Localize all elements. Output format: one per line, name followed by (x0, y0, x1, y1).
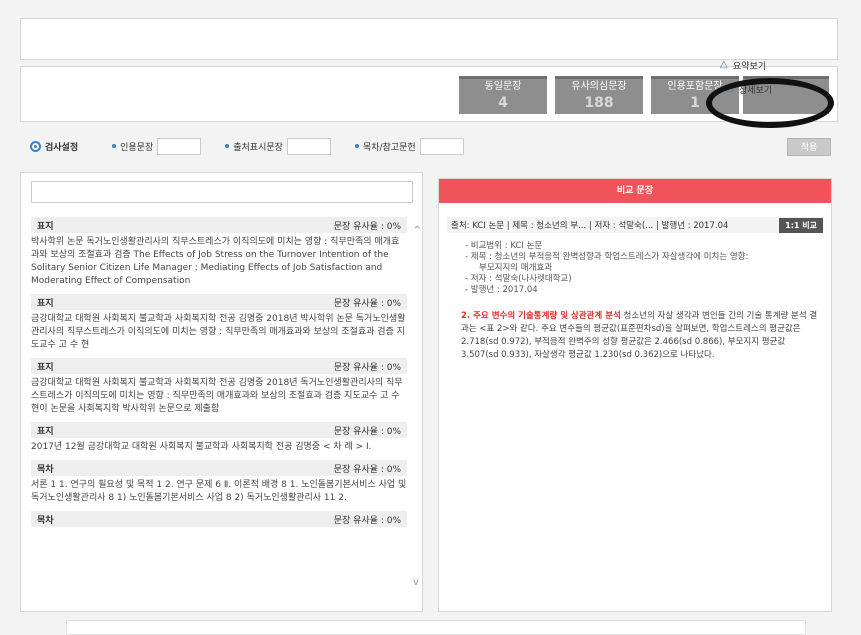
list-item-header[interactable]: 목차 문장 유사율 : 0% (31, 460, 407, 476)
option-toc: 목차/참고문헌 (354, 137, 464, 155)
apply-button[interactable]: 적용 (787, 138, 831, 156)
annotation-circle (706, 78, 834, 128)
item-type: 표지 (37, 362, 54, 373)
summary-view-label: 요약보기 (733, 61, 767, 72)
stat-label: 유사의심문장 (571, 81, 627, 92)
stat-suspected[interactable]: 유사의심문장 188 (555, 76, 643, 114)
list-item-header[interactable]: 표지 문장 유사율 : 0% (31, 217, 407, 233)
stat-identical[interactable]: 동일문장 4 (459, 76, 547, 114)
scroll-down-icon[interactable]: v (413, 577, 419, 588)
item-type: 표지 (37, 221, 54, 232)
triangle-icon: △ (720, 59, 728, 70)
item-similarity: 문장 유사율 : 0% (333, 515, 401, 526)
list-item-header[interactable]: 표지 문장 유사율 : 0% (31, 422, 407, 438)
option-source: 출처표시문장 (225, 137, 331, 155)
source-text: 출처: KCI 논문 | 제목 : 청소년의 부... | 저자 : 석말숙(.… (451, 221, 729, 231)
meta-title-cont: 부모지지의 매개효과 (479, 263, 553, 273)
settings-radio[interactable] (30, 140, 41, 152)
item-type: 목차 (37, 515, 54, 526)
option-label: 인용문장 (120, 142, 154, 153)
item-similarity: 문장 유사율 : 0% (333, 464, 401, 475)
list-item-header[interactable]: 목차 문장 유사율 : 0% (31, 511, 407, 527)
settings-bar: 검사설정 인용문장 출처표시문장 목차/참고문헌 (20, 132, 838, 160)
settings-title: 검사설정 (45, 142, 79, 153)
meta-year: - 발행년 : 2017.04 (465, 285, 538, 295)
item-similarity: 문장 유사율 : 0% (333, 426, 401, 437)
meta-author: - 저자 : 석말숙(나사렛대학교) (465, 274, 572, 284)
toc-input[interactable] (419, 137, 464, 155)
bottom-bar (66, 620, 806, 635)
list-item-header[interactable]: 표지 문장 유사율 : 0% (31, 358, 407, 374)
list-item-text: 금강대학교 대학원 사회복지 불교학과 사회복지학 전공 김명중 2018년 독… (31, 378, 403, 414)
bullet-icon (112, 144, 117, 148)
bullet-icon (225, 144, 230, 148)
list-item-text: 금강대학교 대학원 사회복지 불교학과 사회복지학 전공 김명중 2018년 박… (31, 314, 406, 350)
item-type: 표지 (37, 426, 54, 437)
item-similarity: 문장 유사율 : 0% (333, 221, 401, 232)
source-row: 출처: KCI 논문 | 제목 : 청소년의 부... | 저자 : 석말숙(.… (447, 217, 823, 233)
scroll-up-icon[interactable]: ^ (413, 225, 421, 236)
list-item-text: 박사학위 논문 독거노인생활관리사의 직무스트레스가 이직의도에 미치는 영향 … (31, 237, 400, 286)
sentence-list[interactable]: 표지 문장 유사율 : 0% 박사학위 논문 독거노인생활관리사의 직무스트레스… (31, 217, 407, 527)
source-meta: - 비교범위 : KCI 논문 - 제목 : 청소년의 부적응적 완벽성향과 학… (465, 241, 831, 296)
option-label: 목차/참고문헌 (362, 142, 416, 153)
para-highlight: 주요 변수의 기술통계량 및 상관관계 분석 (473, 311, 621, 321)
option-label: 출처표시문장 (233, 142, 283, 153)
stat-value: 4 (498, 95, 508, 111)
stat-value: 188 (584, 95, 614, 111)
right-panel: 비교 문장 출처: KCI 논문 | 제목 : 청소년의 부... | 저자 :… (438, 178, 832, 612)
top-header-box (20, 18, 838, 60)
summary-view-option[interactable]: △ 요약보기 (720, 58, 810, 72)
list-item-text: 2017년 12월 금강대학교 대학원 사회복지 불교학과 사회복지학 전공 김… (31, 442, 372, 452)
left-search-box[interactable] (31, 181, 413, 203)
compare-1to1-button[interactable]: 1:1 비교 (779, 217, 823, 233)
left-panel: 표지 문장 유사율 : 0% 박사학위 논문 독거노인생활관리사의 직무스트레스… (20, 172, 423, 612)
bullet-icon (354, 144, 359, 148)
meta-range: - 비교범위 : KCI 논문 (465, 241, 543, 251)
para-number: 2. (461, 311, 474, 321)
list-item-header[interactable]: 표지 문장 유사율 : 0% (31, 294, 407, 310)
compare-header: 비교 문장 (439, 179, 831, 203)
compare-paragraph: 2. 주요 변수의 기술통계량 및 상관관계 분석 청소년의 자살 생각과 변인… (461, 310, 821, 362)
option-citation: 인용문장 (112, 137, 202, 155)
citation-input[interactable] (157, 137, 202, 155)
source-input[interactable] (286, 137, 331, 155)
item-similarity: 문장 유사율 : 0% (333, 298, 401, 309)
meta-title: - 제목 : 청소년의 부적응적 완벽성향과 학업스트레스가 자살생각에 미치는… (465, 252, 749, 262)
item-type: 목차 (37, 464, 54, 475)
item-similarity: 문장 유사율 : 0% (333, 362, 401, 373)
list-item-text: 서론 1 1. 연구의 필요성 및 목적 1 2. 연구 문제 6 Ⅱ. 이론적… (31, 480, 407, 503)
item-type: 표지 (37, 298, 54, 309)
stat-label: 동일문장 (484, 81, 522, 92)
